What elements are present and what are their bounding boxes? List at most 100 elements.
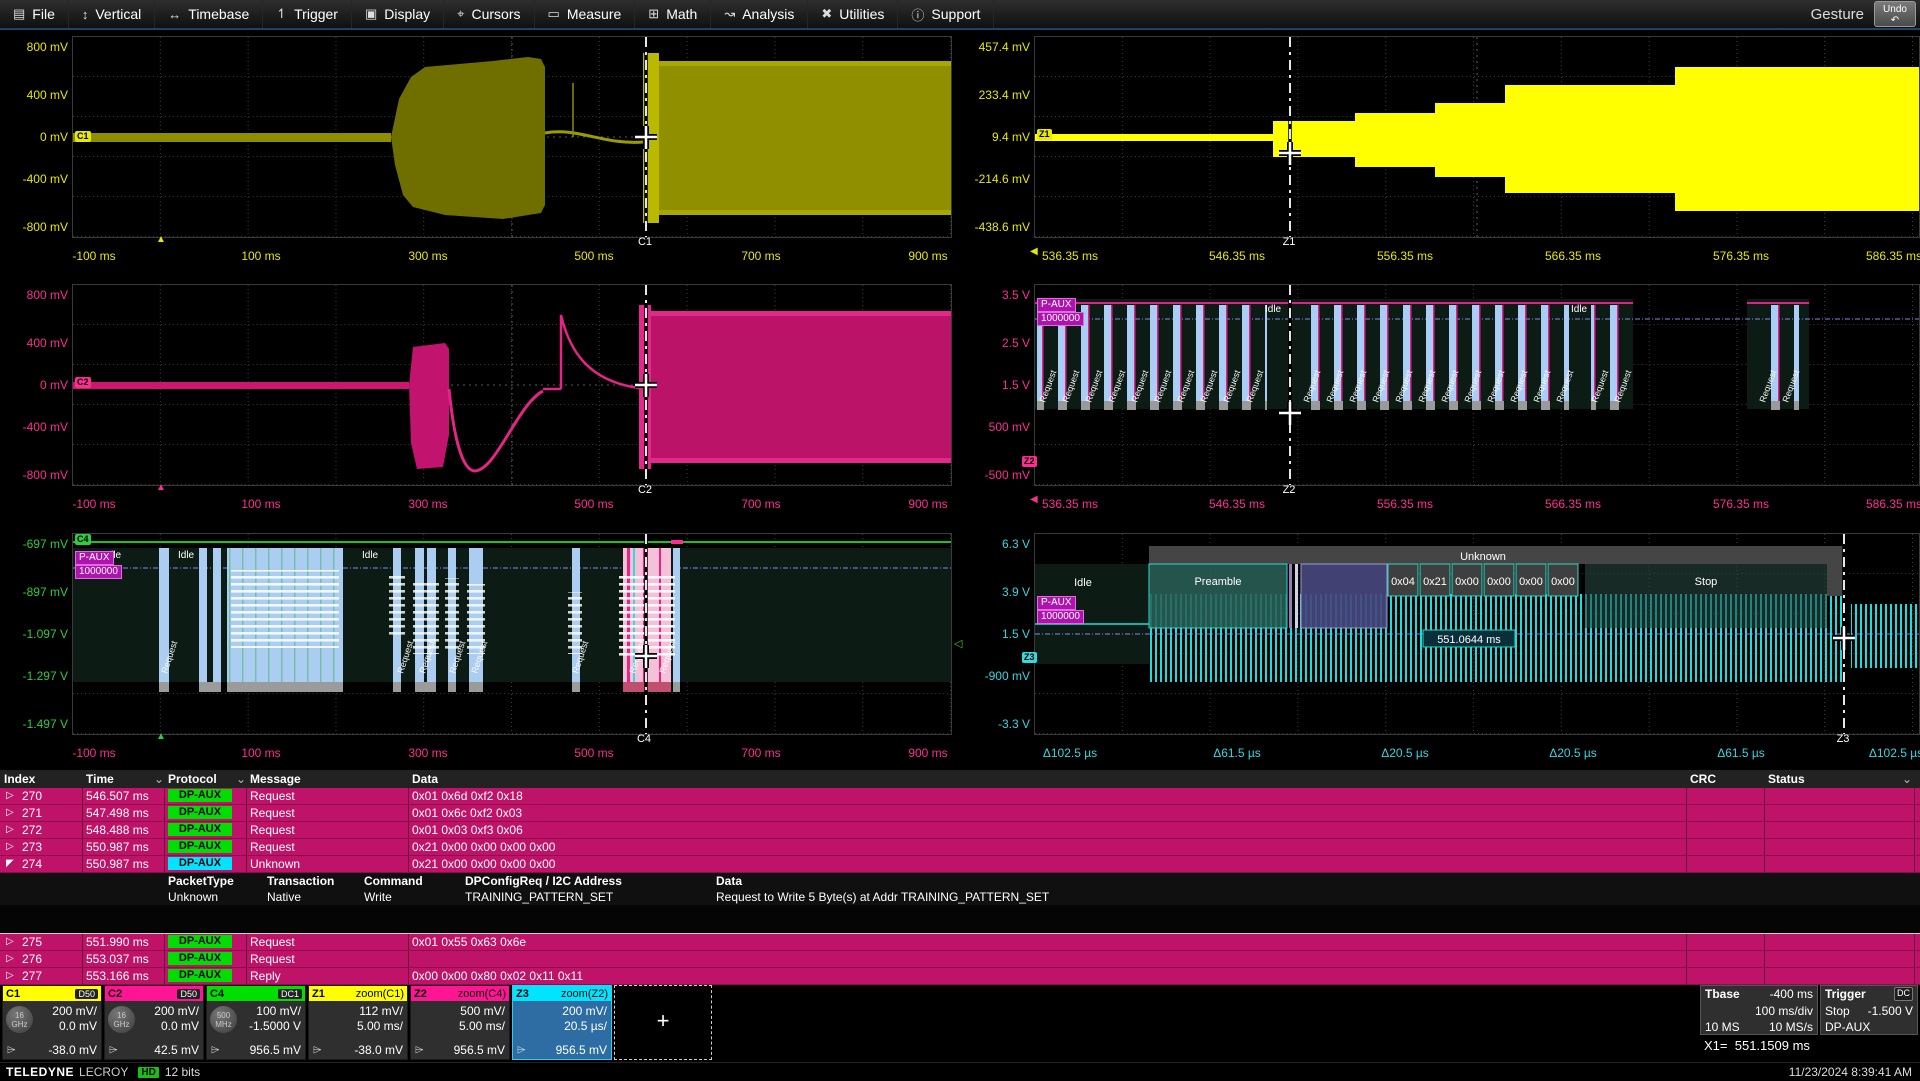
- x-tick: 566.35 ms: [1545, 249, 1601, 263]
- menu-measure[interactable]: ▭Measure: [535, 0, 636, 28]
- status-filter-icon[interactable]: ⌄: [1902, 772, 1912, 786]
- col-time[interactable]: Time: [86, 772, 114, 786]
- status-bar: TELEDYNE LECROY HD 12 bits 11/23/2024 8:…: [0, 1062, 1920, 1081]
- col-crc[interactable]: CRC: [1690, 772, 1716, 786]
- y-tick: 6.3 V: [964, 537, 1030, 551]
- trigger-position-marker[interactable]: ▲: [156, 234, 166, 245]
- horizontal-scale: 5.00 ms/: [459, 1019, 505, 1033]
- grid-z1[interactable]: Z1: [1034, 36, 1920, 238]
- x-tick: 300 ms: [408, 249, 447, 263]
- collapse-icon[interactable]: ◤: [6, 858, 14, 869]
- cursor-label-z1: Z1: [1283, 236, 1296, 248]
- z3-bus-label[interactable]: P-AUX: [1037, 596, 1076, 610]
- table-row[interactable]: ▷ 277 553.166 ms DP-AUX Reply 0x00 0x00 …: [0, 968, 1920, 985]
- x-tick: 546.35 ms: [1209, 249, 1265, 263]
- menu-timebase[interactable]: ↔Timebase: [155, 0, 263, 28]
- expand-icon[interactable]: ▷: [6, 841, 14, 852]
- c4-trace-chip[interactable]: C4: [75, 534, 91, 545]
- expand-icon[interactable]: ▷: [6, 936, 14, 947]
- undo-button[interactable]: Undo ↶: [1874, 1, 1916, 27]
- time-filter-icon[interactable]: ⌄: [154, 772, 164, 786]
- x-tick: 700 ms: [741, 746, 780, 760]
- svg-text:Unknown: Unknown: [1460, 551, 1506, 563]
- table-row[interactable]: ▷ 273 550.987 ms DP-AUX Request 0x21 0x0…: [0, 839, 1920, 856]
- protocol-filter-icon[interactable]: ⌄: [236, 772, 246, 786]
- vertical-scale: 100 mV/: [256, 1004, 301, 1018]
- x-tick: 500 ms: [574, 249, 613, 263]
- trigger-source: DP-AUX: [1825, 1020, 1870, 1034]
- expand-icon[interactable]: ▷: [6, 824, 14, 835]
- table-row-selected[interactable]: ◤ 274 550.987 ms DP-AUX Unknown 0x21 0x0…: [0, 856, 1920, 873]
- grid-c1[interactable]: C1: [72, 36, 952, 238]
- channel-box-z1[interactable]: Z1 zoom(C1) 112 mV/ 5.00 ms/ ⌲ -38.0 mV: [308, 985, 408, 1060]
- table-row[interactable]: ▷ 271 547.498 ms DP-AUX Request 0x01 0x6…: [0, 805, 1920, 822]
- col-protocol[interactable]: Protocol: [168, 772, 217, 786]
- decode-table-header[interactable]: Index Time ⌄ Protocol ⌄ Message Data CRC…: [0, 770, 1920, 788]
- table-row[interactable]: ▷ 275 551.990 ms DP-AUX Request 0x01 0x5…: [0, 934, 1920, 951]
- col-index[interactable]: Index: [4, 772, 35, 786]
- menu-vertical[interactable]: ↕Vertical: [69, 0, 155, 28]
- c1-trace-chip[interactable]: C1: [75, 131, 91, 142]
- scroll-left-arrow[interactable]: ◀: [1030, 494, 1038, 505]
- c2-trace-chip[interactable]: C2: [75, 377, 91, 388]
- channel-box-c1[interactable]: C1 D50 16GHz 200 mV/ 0.0 mV ⌲ -38.0 mV: [2, 985, 102, 1060]
- z2-bus-label[interactable]: P-AUX: [1037, 298, 1076, 312]
- channel-box-z2[interactable]: Z2 zoom(C4) 500 mV/ 5.00 ms/ ⌲ 956.5 mV: [410, 985, 510, 1060]
- bandwidth-bubble: 16GHz: [108, 1006, 135, 1033]
- cursor-label-c2: C2: [638, 484, 652, 496]
- trigger-position-marker[interactable]: ▲: [156, 731, 166, 742]
- z1-trace-chip[interactable]: Z1: [1037, 129, 1052, 140]
- vertical-icon: ↕: [82, 7, 89, 22]
- col-status[interactable]: Status: [1768, 772, 1805, 786]
- grid-z2[interactable]: Idle Idle Request Request Request Reques…: [1034, 284, 1920, 486]
- channel-box-z3-selected[interactable]: Z3 zoom(Z2) 200 mV/ 20.5 µs/ ⌲ 956.5 mV: [512, 985, 612, 1060]
- timebase-box[interactable]: Tbase -400 ms 100 ms/div 10 MS10 MS/s: [1700, 985, 1818, 1035]
- c4-bus-label[interactable]: P-AUX: [75, 551, 114, 565]
- table-row[interactable]: ▷ 270 546.507 ms DP-AUX Request 0x01 0x6…: [0, 788, 1920, 805]
- menu-display[interactable]: ▣Display: [352, 0, 444, 28]
- x-tick: Δ61.5 µs: [1213, 746, 1261, 760]
- table-row[interactable]: ▷ 272 548.488 ms DP-AUX Request 0x01 0x0…: [0, 822, 1920, 839]
- y-tick: -1.097 V: [2, 627, 68, 641]
- goto-arrow-icon[interactable]: ◁: [954, 637, 962, 650]
- z1-x-axis: Z1 ◀ 536.35 ms 546.35 ms 556.35 ms 566.3…: [1034, 238, 1918, 264]
- table-row[interactable]: ▷ 276 553.037 ms DP-AUX Request: [0, 951, 1920, 968]
- menu-utilities[interactable]: ✖Utilities: [808, 0, 898, 28]
- y-tick: -438.6 mV: [964, 220, 1030, 234]
- channel-box-c4[interactable]: C4 DC1 500MHz 100 mV/ -1.5000 V ⌲ 956.5 …: [206, 985, 306, 1060]
- z2-trace-chip[interactable]: Z2: [1022, 456, 1037, 467]
- expand-icon[interactable]: ▷: [6, 953, 14, 964]
- grid-c2[interactable]: C2: [72, 284, 952, 486]
- y-tick: 800 mV: [2, 40, 68, 54]
- protocol-badge: DP-AUX: [168, 969, 232, 982]
- menu-analysis[interactable]: ↝Analysis: [711, 0, 808, 28]
- bandwidth-bubble: 16GHz: [6, 1006, 33, 1033]
- vertical-scale: 200 mV/: [154, 1004, 199, 1018]
- menu-cursors[interactable]: ⌖Cursors: [444, 0, 534, 28]
- y-tick: 0 mV: [2, 378, 68, 392]
- menu-file[interactable]: ▤File: [0, 0, 69, 28]
- add-trace-button[interactable]: +: [614, 985, 712, 1060]
- col-data[interactable]: Data: [412, 772, 438, 786]
- trigger-box[interactable]: Trigger DC Stop-1.500 V DP-AUX: [1820, 985, 1918, 1035]
- grid-z3[interactable]: Unknown Idle Preamble 0x04 0x21 0x00 0x0…: [1034, 533, 1920, 735]
- menu-math[interactable]: ⊞Math: [635, 0, 711, 28]
- menu-support[interactable]: ⓘSupport: [898, 0, 994, 28]
- expand-icon[interactable]: ▷: [6, 970, 14, 981]
- scroll-left-arrow[interactable]: ◀: [1030, 246, 1038, 257]
- expand-icon[interactable]: ▷: [6, 790, 14, 801]
- grid-c4[interactable]: Idle Idle Idle Request Request Request R…: [72, 533, 952, 735]
- z3-trace-chip[interactable]: Z3: [1022, 652, 1037, 663]
- display-icon: ▣: [365, 6, 377, 22]
- trigger-position-marker[interactable]: ▲: [156, 482, 166, 493]
- c4-bus-count: 1000000: [75, 565, 122, 579]
- channel-box-c2[interactable]: C2 D50 16GHz 200 mV/ 0.0 mV ⌲ 42.5 mV: [104, 985, 204, 1060]
- svg-text:0x00: 0x00: [1519, 576, 1543, 588]
- col-message[interactable]: Message: [250, 772, 301, 786]
- cursor-label-c4: C4: [637, 733, 651, 745]
- x-tick: 586.35 ms: [1866, 497, 1920, 511]
- z2-x-axis: Z2 ◀ 536.35 ms 546.35 ms 556.35 ms 566.3…: [1034, 486, 1918, 512]
- menu-trigger[interactable]: ↿Trigger: [263, 0, 352, 28]
- menu-label: Measure: [567, 6, 621, 22]
- expand-icon[interactable]: ▷: [6, 807, 14, 818]
